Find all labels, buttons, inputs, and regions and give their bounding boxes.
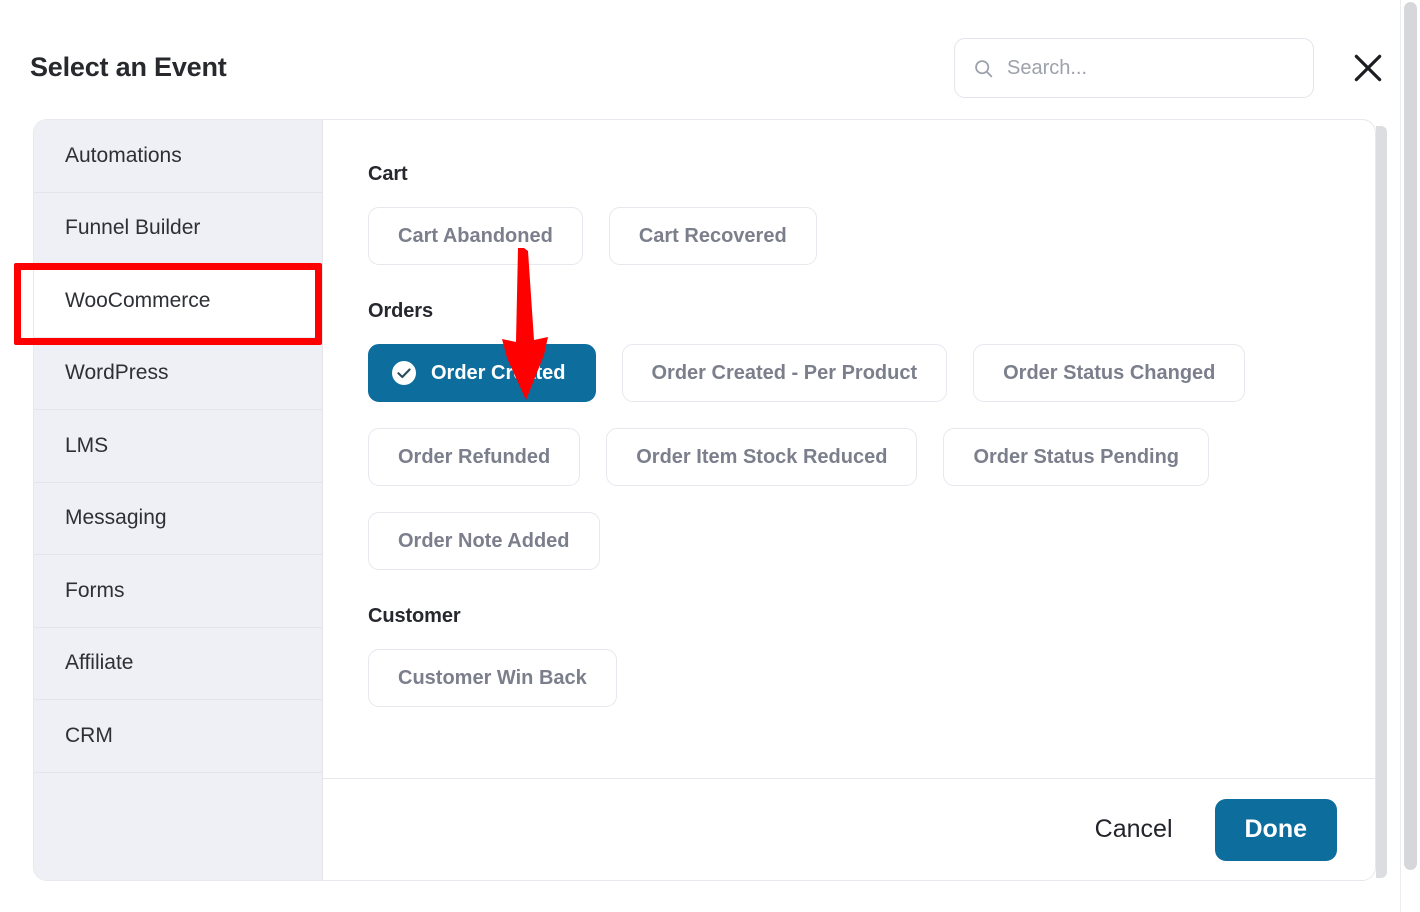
event-chip-order-refunded[interactable]: Order Refunded — [368, 428, 581, 486]
event-chip-order-item-stock-reduced[interactable]: Order Item Stock Reduced — [606, 428, 918, 486]
sidebar-item-label: WooCommerce — [65, 288, 211, 312]
sidebar-item-woocommerce[interactable]: WooCommerce — [34, 265, 322, 338]
event-chip-order-status-pending[interactable]: Order Status Pending — [943, 428, 1210, 486]
event-chip-row: Customer Win Back — [368, 649, 1375, 707]
event-chip-label: Order Status Pending — [973, 445, 1180, 468]
events-scroll-area[interactable]: Cart Cart Abandoned Cart Recovered Order… — [323, 120, 1375, 778]
done-button[interactable]: Done — [1214, 798, 1337, 861]
modal-footer: Cancel Done — [323, 778, 1375, 880]
sidebar-item-label: Automations — [65, 143, 182, 167]
search-input[interactable] — [1007, 53, 1297, 83]
event-chip-label: Customer Win Back — [398, 666, 587, 689]
sidebar-item-wordpress[interactable]: WordPress — [34, 338, 322, 410]
sidebar-item-funnel-builder[interactable]: Funnel Builder — [34, 193, 322, 265]
modal-header: Select an Event — [0, 0, 1420, 112]
sidebar-item-label: CRM — [65, 723, 113, 747]
card-scroll-shadow — [1376, 126, 1387, 878]
sidebar-item-label: Funnel Builder — [65, 216, 201, 240]
events-column: Cart Cart Abandoned Cart Recovered Order… — [323, 120, 1375, 880]
event-chip-label: Order Refunded — [398, 445, 551, 468]
search-field[interactable] — [954, 38, 1314, 98]
close-icon — [1354, 54, 1382, 82]
event-chip-label: Cart Abandoned — [398, 224, 553, 247]
sidebar-item-messaging[interactable]: Messaging — [34, 483, 322, 555]
event-chip-cart-recovered[interactable]: Cart Recovered — [608, 207, 817, 265]
event-selector-modal: Select an Event Automations Funnel Build… — [0, 0, 1420, 912]
event-chip-order-status-changed[interactable]: Order Status Changed — [973, 344, 1246, 402]
event-picker-card: Automations Funnel Builder WooCommerce W… — [33, 119, 1376, 881]
event-chip-label: Order Created — [431, 361, 566, 384]
event-chip-row: Order Note Added — [368, 512, 1375, 570]
group-heading-customer: Customer — [368, 605, 461, 627]
sidebar-item-label: Messaging — [65, 506, 167, 530]
page-title: Select an Event — [30, 52, 227, 82]
sidebar-item-automations[interactable]: Automations — [34, 120, 322, 193]
cancel-button[interactable]: Cancel — [1079, 807, 1189, 852]
event-chip-label: Order Status Changed — [1003, 361, 1216, 384]
event-chip-customer-win-back[interactable]: Customer Win Back — [368, 649, 617, 707]
event-chip-row: Cart Abandoned Cart Recovered — [368, 207, 1375, 265]
event-chip-cart-abandoned[interactable]: Cart Abandoned — [368, 207, 583, 265]
search-icon — [975, 59, 993, 77]
event-chip-label: Order Note Added — [398, 529, 570, 552]
page-scrollbar[interactable] — [1400, 0, 1420, 912]
event-chip-label: Order Created - Per Product — [651, 361, 918, 384]
sidebar-item-label: LMS — [65, 433, 109, 457]
sidebar-item-lms[interactable]: LMS — [34, 410, 322, 483]
sidebar-filler — [34, 772, 322, 873]
sidebar-item-label: WordPress — [65, 361, 169, 385]
close-button[interactable] — [1348, 48, 1388, 88]
event-chip-order-created[interactable]: Order Created — [368, 344, 596, 402]
event-chip-order-note-added[interactable]: Order Note Added — [368, 512, 600, 570]
event-chip-order-created-per-product[interactable]: Order Created - Per Product — [621, 344, 948, 402]
sidebar-item-crm[interactable]: CRM — [34, 700, 322, 773]
category-sidebar: Automations Funnel Builder WooCommerce W… — [34, 120, 323, 880]
check-circle-icon — [392, 361, 416, 385]
group-heading-cart: Cart — [368, 163, 408, 185]
sidebar-item-affiliate[interactable]: Affiliate — [34, 628, 322, 700]
event-chip-row: Order Created Order Created - Per Produc… — [368, 344, 1375, 402]
scrollbar-thumb[interactable] — [1404, 2, 1417, 870]
sidebar-item-label: Affiliate — [65, 651, 134, 675]
event-chip-row: Order Refunded Order Item Stock Reduced … — [368, 428, 1375, 486]
sidebar-item-forms[interactable]: Forms — [34, 555, 322, 628]
group-heading-orders: Orders — [368, 300, 433, 322]
sidebar-item-label: Forms — [65, 578, 125, 602]
event-chip-label: Order Item Stock Reduced — [636, 445, 888, 468]
event-chip-label: Cart Recovered — [638, 224, 787, 247]
